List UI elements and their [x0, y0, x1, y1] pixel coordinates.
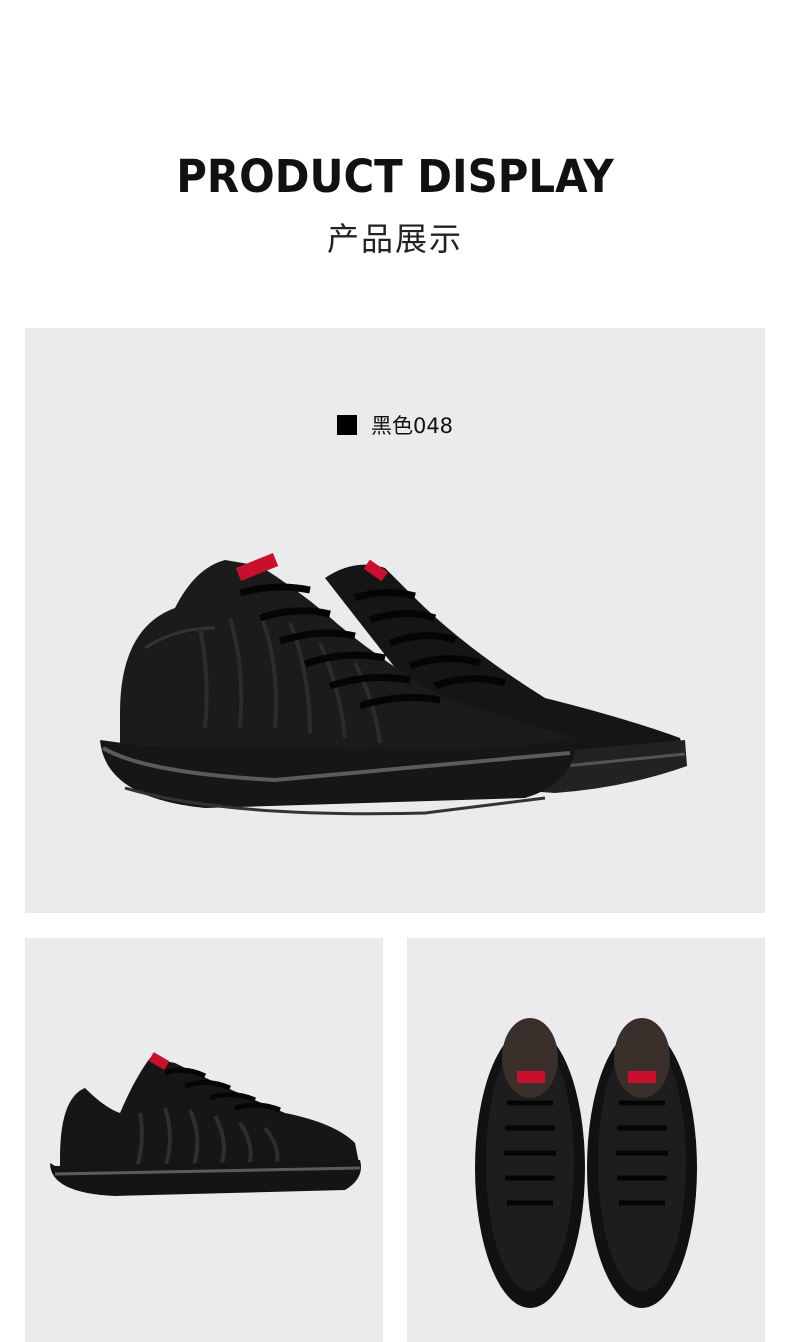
- product-image-top: [407, 938, 765, 1342]
- page-subtitle: 产品展示: [326, 220, 463, 258]
- left-shoe-top: [475, 1018, 585, 1308]
- page-title: PRODUCT DISPLAY: [176, 150, 614, 203]
- product-image-side: [25, 938, 383, 1342]
- right-shoe-top: [587, 1018, 697, 1308]
- product-image-main: 黑色048: [25, 328, 765, 913]
- shoe-pair-illustration: [100, 553, 687, 816]
- shoe-side-illustration: [50, 1052, 361, 1196]
- shoe-top-illustration: [475, 1018, 697, 1308]
